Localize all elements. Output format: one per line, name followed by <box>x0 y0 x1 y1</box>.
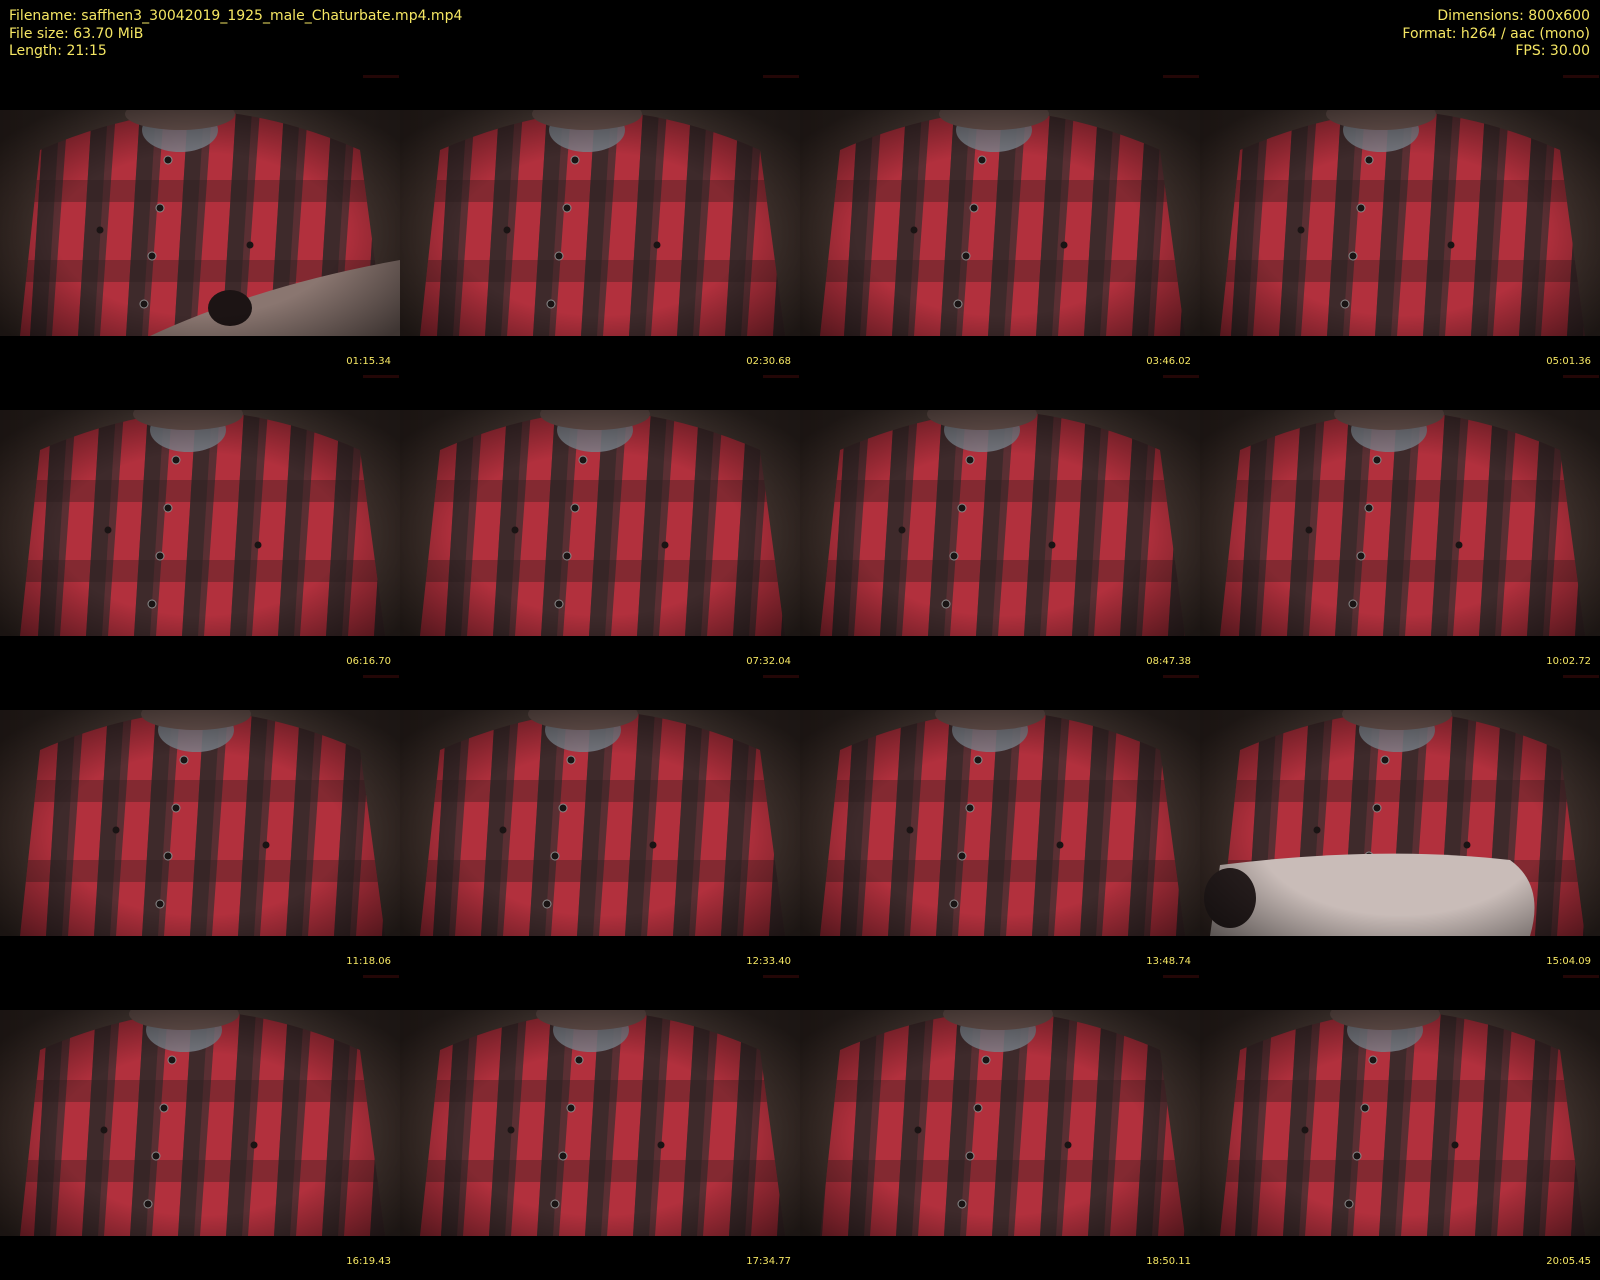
thumbnail-frame <box>0 110 400 336</box>
filesize-text: File size: 63.70 MiB <box>9 25 144 42</box>
thumbnail-frame <box>800 710 1200 936</box>
thumbnail-image <box>400 710 800 936</box>
thumbnail-timestamp: 06:16.70 <box>346 656 391 667</box>
watermark-mark <box>1563 75 1599 78</box>
watermark-mark <box>1163 75 1199 78</box>
thumbnail-cell: 02:30.68 <box>400 75 800 380</box>
thumbnail-cell: 01:15.34 <box>0 75 400 380</box>
contact-sheet-header: Filename: saffhen3_30042019_1925_male_Ch… <box>0 0 1600 80</box>
watermark-mark <box>1163 975 1199 978</box>
thumbnail-frame <box>400 110 800 336</box>
thumbnail-cell: 20:05.45 <box>1200 975 1600 1280</box>
thumbnail-frame <box>1200 110 1600 336</box>
thumbnail-cell: 03:46.02 <box>800 75 1200 380</box>
thumbnail-image <box>0 410 400 636</box>
thumbnail-image <box>0 1010 400 1236</box>
thumbnail-image <box>800 710 1200 936</box>
thumbnail-timestamp: 18:50.11 <box>1146 1256 1191 1267</box>
watermark-mark <box>1563 675 1599 678</box>
thumbnail-frame <box>0 710 400 936</box>
thumbnail-timestamp: 07:32.04 <box>746 656 791 667</box>
thumbnail-cell: 12:33.40 <box>400 675 800 980</box>
thumbnail-image <box>1200 710 1600 936</box>
thumbnail-timestamp: 17:34.77 <box>746 1256 791 1267</box>
thumbnail-timestamp: 08:47.38 <box>1146 656 1191 667</box>
thumbnail-image <box>1200 110 1600 336</box>
watermark-mark <box>363 75 399 78</box>
thumbnail-frame <box>400 710 800 936</box>
thumbnail-image <box>0 110 400 336</box>
thumbnail-image <box>1200 1010 1600 1236</box>
fps-text: FPS: 30.00 <box>1515 43 1590 59</box>
watermark-mark <box>1163 375 1199 378</box>
thumbnail-image <box>1200 410 1600 636</box>
thumbnail-cell: 08:47.38 <box>800 375 1200 680</box>
thumbnail-cell: 13:48.74 <box>800 675 1200 980</box>
watermark-mark <box>1563 975 1599 978</box>
thumbnail-frame <box>1200 1010 1600 1236</box>
watermark-mark <box>1163 675 1199 678</box>
thumbnail-cell: 16:19.43 <box>0 975 400 1280</box>
watermark-mark <box>363 675 399 678</box>
thumbnail-timestamp: 15:04.09 <box>1546 956 1591 967</box>
thumbnail-image <box>400 1010 800 1236</box>
thumbnail-cell: 11:18.06 <box>0 675 400 980</box>
thumbnail-timestamp: 20:05.45 <box>1546 1256 1591 1267</box>
watermark-mark <box>763 975 799 978</box>
watermark-mark <box>363 975 399 978</box>
thumbnail-timestamp: 11:18.06 <box>346 956 391 967</box>
file-info-right: Dimensions: 800x600 Format: h264 / aac (… <box>1402 8 1590 61</box>
thumbnail-image <box>800 410 1200 636</box>
length-text: Length: 21:15 <box>9 43 107 59</box>
thumbnail-frame <box>400 410 800 636</box>
thumbnail-cell: 06:16.70 <box>0 375 400 680</box>
thumbnail-cell: 18:50.11 <box>800 975 1200 1280</box>
format-text: Format: h264 / aac (mono) <box>1402 25 1590 42</box>
thumbnail-cell: 15:04.09 <box>1200 675 1600 980</box>
thumbnail-timestamp: 16:19.43 <box>346 1256 391 1267</box>
thumbnail-timestamp: 05:01.36 <box>1546 356 1591 367</box>
thumbnail-timestamp: 10:02.72 <box>1546 656 1591 667</box>
thumbnail-frame <box>800 110 1200 336</box>
thumbnail-cell: 17:34.77 <box>400 975 800 1280</box>
watermark-mark <box>363 375 399 378</box>
thumbnail-image <box>400 110 800 336</box>
thumbnail-frame <box>0 410 400 636</box>
thumbnail-frame <box>1200 410 1600 636</box>
thumbnail-frame <box>800 410 1200 636</box>
watermark-mark <box>763 675 799 678</box>
thumbnail-timestamp: 12:33.40 <box>746 956 791 967</box>
thumbnail-frame <box>0 1010 400 1236</box>
filename-text: Filename: saffhen3_30042019_1925_male_Ch… <box>9 8 463 24</box>
watermark-mark <box>763 75 799 78</box>
dimensions-text: Dimensions: 800x600 <box>1437 8 1590 24</box>
thumbnail-image <box>400 410 800 636</box>
watermark-mark <box>1563 375 1599 378</box>
thumbnail-timestamp: 03:46.02 <box>1146 356 1191 367</box>
thumbnail-cell: 07:32.04 <box>400 375 800 680</box>
thumbnail-frame <box>800 1010 1200 1236</box>
thumbnail-image <box>0 710 400 936</box>
thumbnail-image <box>800 110 1200 336</box>
thumbnail-frame <box>400 1010 800 1236</box>
thumbnail-image <box>800 1010 1200 1236</box>
thumbnail-timestamp: 01:15.34 <box>346 356 391 367</box>
thumbnail-frame <box>1200 710 1600 936</box>
file-info-left: Filename: saffhen3_30042019_1925_male_Ch… <box>9 8 462 61</box>
thumbnail-timestamp: 13:48.74 <box>1146 956 1191 967</box>
thumbnail-cell: 10:02.72 <box>1200 375 1600 680</box>
thumbnail-cell: 05:01.36 <box>1200 75 1600 380</box>
thumbnail-timestamp: 02:30.68 <box>746 356 791 367</box>
watermark-mark <box>763 375 799 378</box>
